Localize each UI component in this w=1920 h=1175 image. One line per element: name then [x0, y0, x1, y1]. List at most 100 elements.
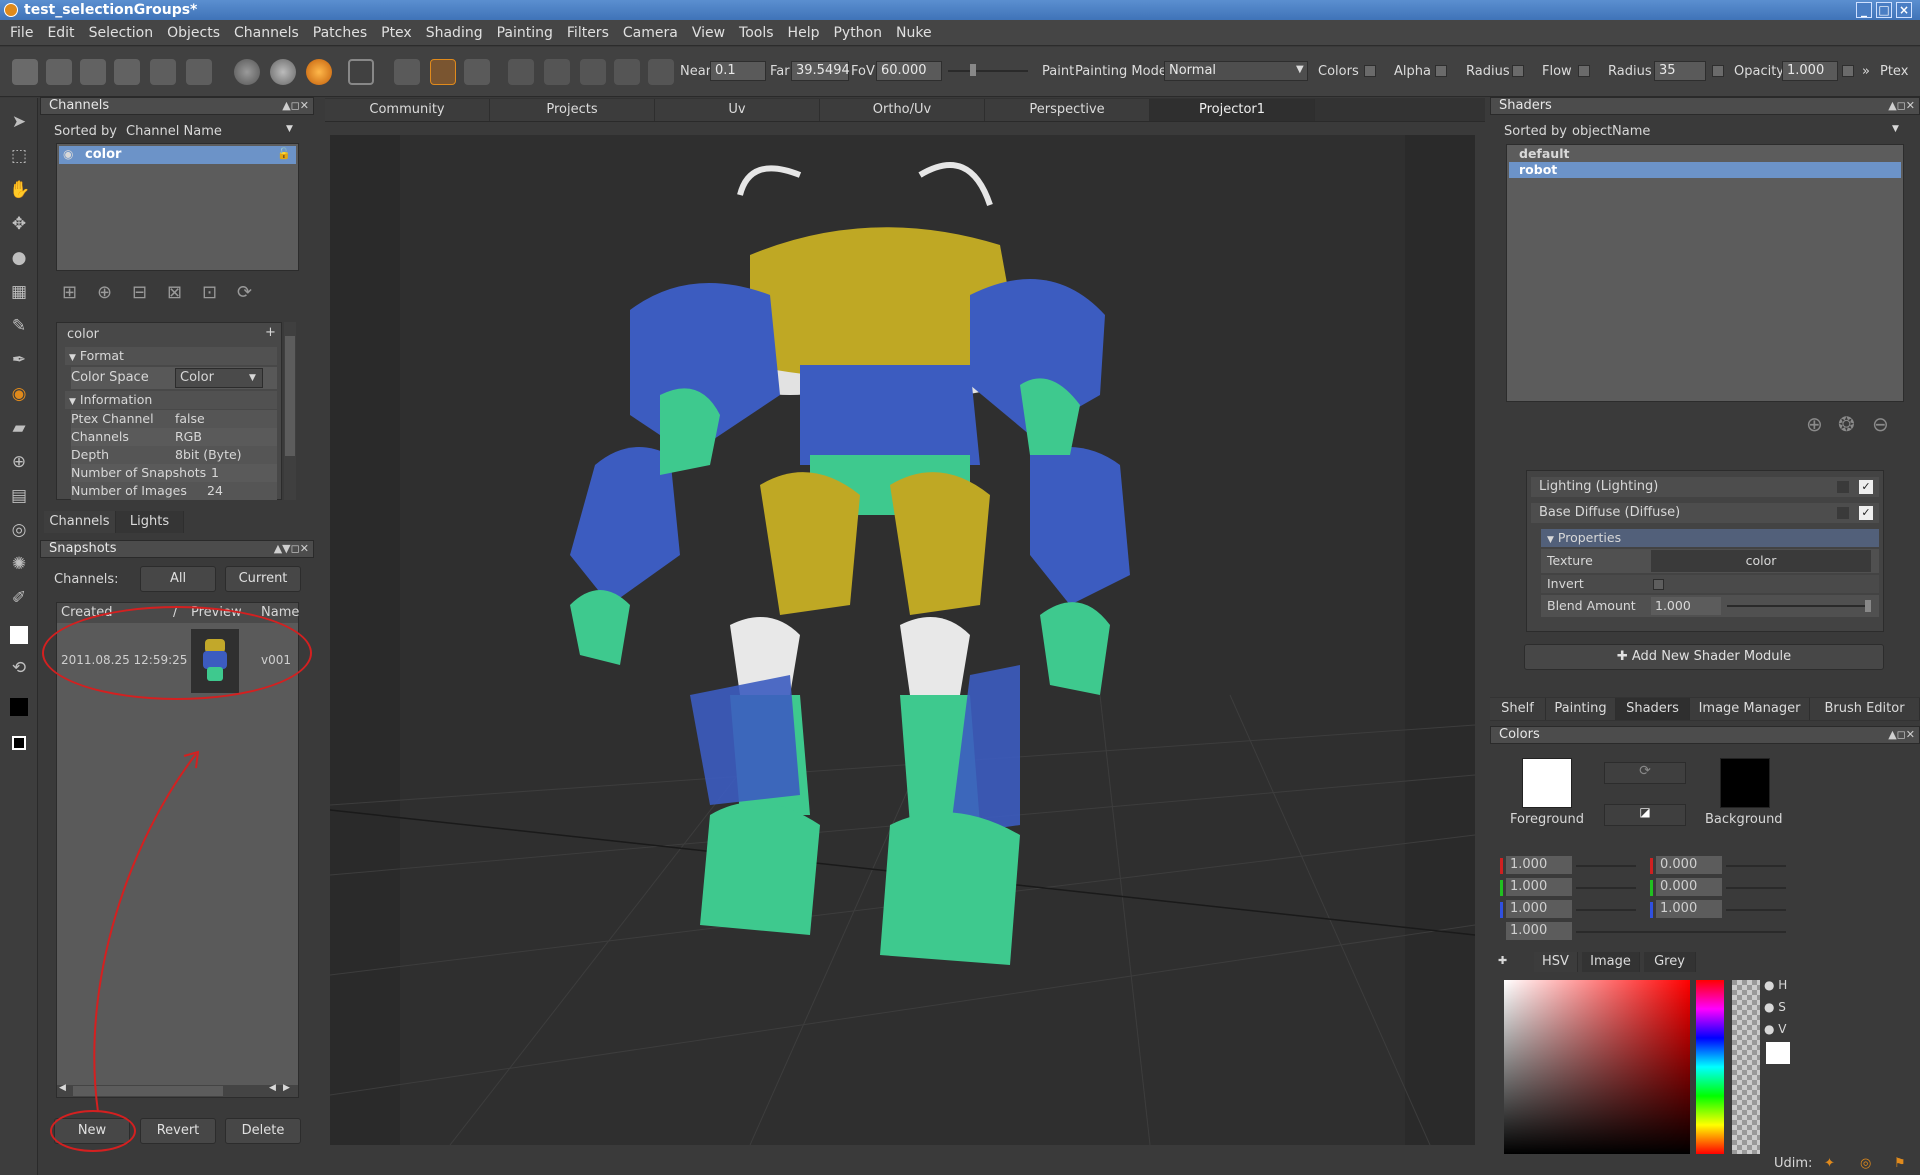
flow-checkbox[interactable] [1578, 65, 1590, 77]
menu-edit[interactable]: Edit [47, 25, 74, 41]
all-button[interactable]: All [140, 566, 216, 592]
tab-community[interactable]: Community [325, 99, 490, 121]
scroll-left-icon[interactable]: ◀ [269, 1083, 276, 1093]
shader-item-robot[interactable]: robot [1509, 162, 1901, 178]
saturation-value-picker[interactable] [1504, 980, 1690, 1154]
full-shading-icon[interactable] [306, 59, 332, 85]
channel-list[interactable]: ◉ color 🔓 [56, 143, 299, 271]
save-file-icon[interactable] [114, 59, 140, 85]
add-channel-icon[interactable]: ⊞ [62, 282, 77, 303]
add-layer-icon[interactable]: ⊕ [97, 282, 112, 303]
paint-through-icon[interactable] [430, 59, 456, 85]
foreground-swatch-icon[interactable] [10, 626, 28, 644]
select-icon[interactable]: ➤ [9, 112, 29, 132]
fg-green-field[interactable]: 1.000 [1506, 878, 1572, 896]
revert-snapshot-button[interactable]: Revert [140, 1118, 216, 1144]
blend-amount-field[interactable]: 1.000 [1651, 597, 1721, 615]
bg-red-field[interactable]: 0.000 [1656, 856, 1722, 874]
add-property-icon[interactable]: + [265, 325, 276, 340]
lit-shading-icon[interactable] [270, 59, 296, 85]
tab-channels[interactable]: Channels [44, 511, 116, 533]
hue-slider[interactable] [1696, 980, 1724, 1154]
move-icon[interactable]: ✥ [9, 214, 29, 234]
open-file-icon[interactable] [80, 59, 106, 85]
redo-icon[interactable] [186, 59, 212, 85]
pin-icon[interactable]: ✒ [9, 350, 29, 370]
menu-objects[interactable]: Objects [167, 25, 220, 41]
radius2-checkbox[interactable] [1712, 65, 1724, 77]
tab-projects[interactable]: Projects [490, 99, 655, 121]
settings-icon[interactable]: ✺ [9, 554, 29, 574]
opacity-field[interactable]: 1.000 [1782, 61, 1838, 81]
menu-painting[interactable]: Painting [497, 25, 553, 41]
gradient-icon[interactable]: ▤ [9, 486, 29, 506]
add-shader-icon[interactable]: ⊕ [1806, 412, 1823, 436]
fov-field[interactable]: 60.000 [876, 61, 942, 81]
wireframe-icon[interactable] [348, 59, 374, 85]
module-minimize-icon[interactable] [1837, 507, 1849, 519]
menu-ptex[interactable]: Ptex [381, 25, 412, 41]
fg-blue-field[interactable]: 1.000 [1506, 900, 1572, 918]
chevron-down-icon[interactable]: ▼ [249, 369, 256, 387]
bg-green-field[interactable]: 0.000 [1656, 878, 1722, 896]
colors-checkbox[interactable] [1364, 65, 1376, 77]
module-base-diffuse[interactable]: Base Diffuse (Diffuse) ✓ [1531, 503, 1879, 523]
cube-icon[interactable] [508, 59, 534, 85]
close-button[interactable]: × [1896, 2, 1912, 18]
fov-slider[interactable] [948, 70, 1028, 72]
new-file-icon[interactable] [12, 59, 38, 85]
tab-ortho-uv[interactable]: Ortho/Uv [820, 99, 985, 121]
format-section[interactable]: ▼ Format [65, 347, 277, 365]
scroll-right-icon[interactable]: ▶ [283, 1083, 290, 1093]
information-section[interactable]: ▼ Information [65, 391, 277, 409]
fg-alpha-field[interactable]: 1.000 [1506, 922, 1572, 940]
swap-colors-button[interactable]: ⟳ [1604, 762, 1686, 784]
add-swatch-icon[interactable]: ✚ [1498, 954, 1507, 967]
shader-item-default[interactable]: default [1509, 146, 1901, 162]
radius-checkbox[interactable] [1512, 65, 1524, 77]
swap-colors-icon[interactable]: ⟲ [9, 658, 29, 678]
tab-projector1[interactable]: Projector1 [1150, 99, 1315, 121]
texture-select[interactable]: color [1651, 550, 1871, 572]
brush-icon[interactable]: ✎ [9, 316, 29, 336]
properties-scrollbar[interactable] [284, 322, 296, 500]
reset-colors-icon[interactable] [12, 736, 26, 750]
properties-section[interactable]: ▼ Properties [1541, 529, 1879, 547]
close-file-icon[interactable] [46, 59, 72, 85]
dropper-icon[interactable]: ● [9, 248, 29, 268]
module-enabled-checkbox[interactable]: ✓ [1859, 506, 1873, 520]
hand-icon[interactable]: ✋ [9, 180, 30, 200]
menu-selection[interactable]: Selection [89, 25, 154, 41]
fg-green-slider[interactable] [1576, 887, 1636, 889]
merge-icon[interactable]: ⊟ [132, 282, 147, 303]
radius-field[interactable]: 35 [1654, 61, 1706, 81]
reset-colors-button[interactable]: ◪ [1604, 804, 1686, 826]
duplicate-shader-icon[interactable]: ❂ [1838, 412, 1855, 436]
slider-handle[interactable] [1865, 600, 1871, 612]
lock-icon[interactable]: 🔓 [277, 147, 291, 160]
bg-blue-slider[interactable] [1726, 909, 1786, 911]
tab-hsv[interactable]: HSV [1534, 952, 1578, 972]
delete-shader-icon[interactable]: ⊖ [1872, 412, 1889, 436]
tab-image[interactable]: Image [1582, 952, 1640, 972]
panel-controls-icon[interactable]: ▲◻✕ [282, 98, 309, 114]
camera-icon[interactable] [544, 59, 570, 85]
panel-controls-icon[interactable]: ▲▼◻✕ [274, 541, 309, 557]
refresh-icon[interactable]: ⟳ [237, 282, 252, 303]
shaders-sort-select[interactable]: objectName [1572, 124, 1650, 139]
panel-controls-icon[interactable]: ▲◻✕ [1888, 98, 1915, 114]
menu-python[interactable]: Python [833, 25, 882, 41]
tab-perspective[interactable]: Perspective [985, 99, 1150, 121]
bg-blue-field[interactable]: 1.000 [1656, 900, 1722, 918]
menu-file[interactable]: File [10, 25, 33, 41]
undo-icon[interactable] [150, 59, 176, 85]
menu-nuke[interactable]: Nuke [896, 25, 932, 41]
alpha-checkbox[interactable] [1435, 65, 1447, 77]
near-field[interactable]: 0.1 [710, 61, 766, 81]
alpha-slider[interactable] [1732, 980, 1760, 1154]
minimize-button[interactable]: _ [1856, 2, 1872, 18]
tab-image-manager[interactable]: Image Manager [1690, 698, 1810, 720]
background-color-swatch[interactable] [1720, 758, 1770, 808]
radio-v[interactable]: ● V [1764, 1022, 1787, 1036]
tab-uv[interactable]: Uv [655, 99, 820, 121]
